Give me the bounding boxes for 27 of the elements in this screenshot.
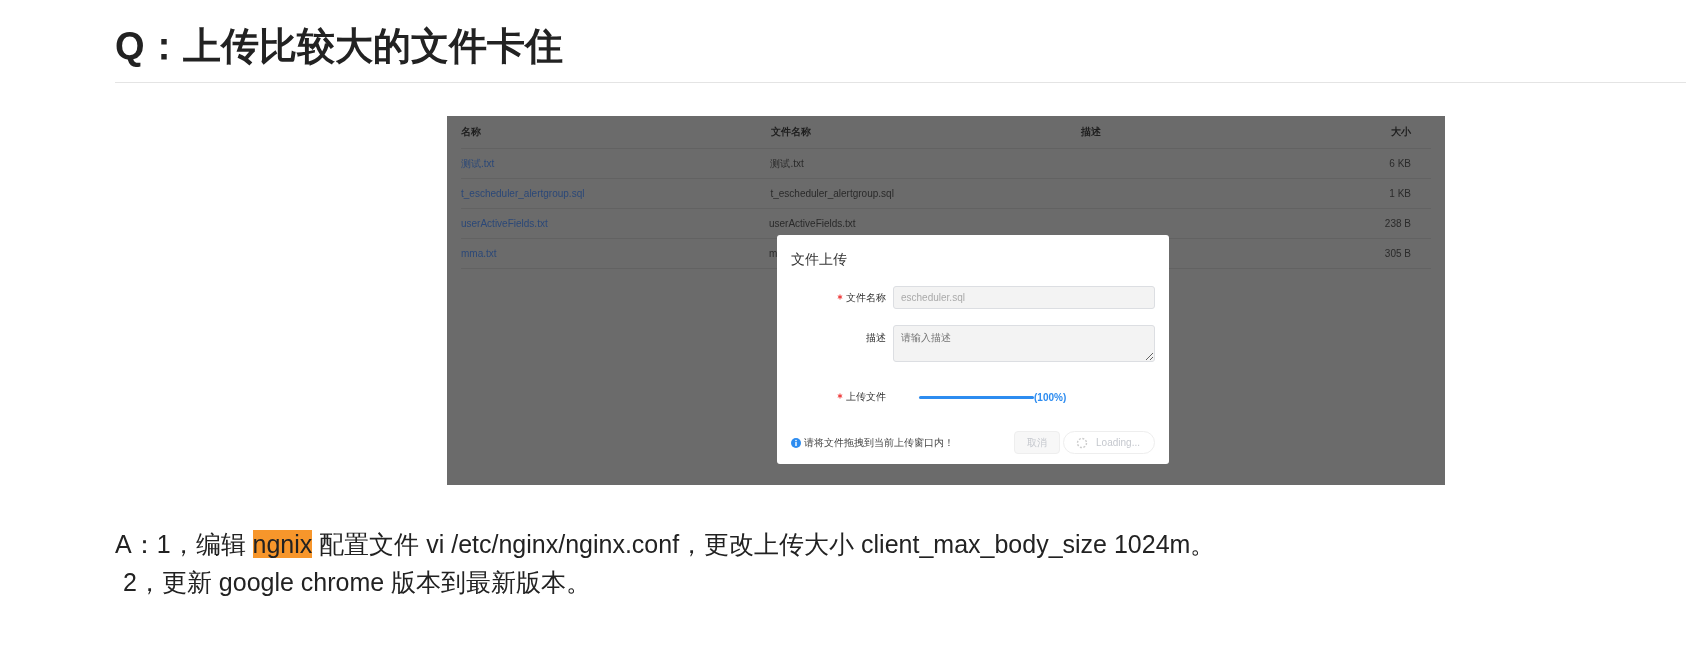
file-link[interactable]: t_escheduler_alertgroup.sql — [461, 188, 585, 199]
page-heading: Q：上传比较大的文件卡住 — [115, 24, 564, 69]
info-icon — [791, 437, 801, 448]
column-header: 描述 — [1081, 125, 1102, 139]
required-icon — [837, 393, 843, 399]
answer-text: A：1，编辑 ngnix 配置文件 vi /etc/nginx/nginx.conf，更改上传大小 client_max_body_size 1024m。 — [115, 529, 1217, 560]
field-label: 文件名称 — [791, 290, 893, 305]
table-cell: 6 KB — [1389, 158, 1411, 169]
dialog-title: 文件上传 — [791, 251, 848, 269]
column-header: 文件名称 — [771, 125, 812, 139]
spinner-icon — [1076, 436, 1089, 449]
file-link[interactable]: mma.txt — [461, 248, 497, 259]
answer-text: 2，更新 google chrome 版本到最新版本。 — [122, 567, 593, 598]
table-cell: 1 KB — [1389, 188, 1411, 199]
table-cell: t_escheduler_alertgroup.sql — [770, 188, 894, 199]
table-cell: m — [768, 248, 778, 259]
progress-reading: (100%) — [1034, 391, 1067, 403]
field-label: 上传文件 — [791, 390, 893, 404]
column-header: 大小 — [1391, 125, 1412, 139]
table-cell: 305 B — [1384, 248, 1411, 259]
required-icon — [837, 293, 843, 300]
table-cell: userActiveFields.txt — [768, 218, 856, 229]
hint-text: 请将文件拖拽到当前上传窗口内！ — [804, 435, 954, 450]
field-label: 描述 — [865, 331, 887, 345]
table-cell: 238 B — [1384, 218, 1411, 229]
column-header: 名称 — [461, 125, 482, 139]
file-link[interactable]: userActiveFields.txt — [461, 218, 548, 229]
